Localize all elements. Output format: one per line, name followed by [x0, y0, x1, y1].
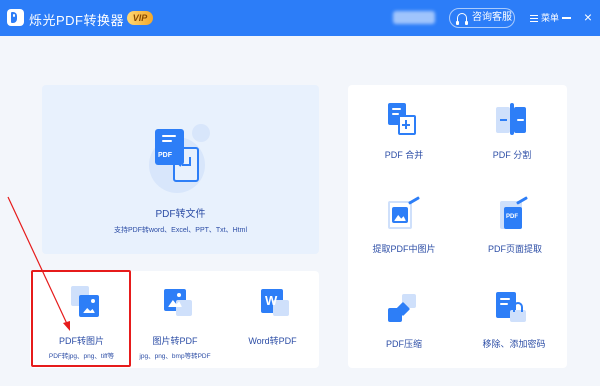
- image-to-pdf-icon: [162, 286, 192, 318]
- pdf-to-file-card[interactable]: PDF PDF转文件 支持PDF转word、Excel、PPT、Txt、Html: [42, 85, 319, 254]
- password-tool[interactable]: 移除、添加密码: [472, 290, 556, 350]
- extract-images-tool[interactable]: 提取PDF中图片: [360, 196, 448, 257]
- pdf-to-file-title: PDF转文件: [155, 209, 206, 220]
- menu-label: 菜单: [541, 13, 560, 23]
- pdf-tools-card: PDF 合并 PDF 分割 提取PDF中图片 PDF PDF页面提取 PDF压缩…: [348, 85, 567, 368]
- user-account-blurred[interactable]: [393, 11, 435, 24]
- lock-document-icon: [496, 292, 530, 324]
- close-button[interactable]: ×: [582, 9, 594, 25]
- pdf-icon-text: PDF: [158, 152, 172, 159]
- page-extract-icon: PDF: [498, 196, 528, 231]
- pdf-to-file-subtitle: 支持PDF转word、Excel、PPT、Txt、Html: [113, 227, 247, 234]
- hamburger-icon: [530, 15, 538, 22]
- image-to-pdf-sub: jpg、png、bmp等转PDF: [139, 353, 211, 360]
- app-logo-icon: [7, 9, 24, 26]
- merge-icon: [388, 103, 418, 135]
- customer-service-button[interactable]: 咨询客服: [449, 8, 515, 28]
- vip-badge[interactable]: VIP: [127, 11, 153, 25]
- image-to-pdf-tool[interactable]: 图片转PDF jpg、png、bmp等转PDF: [135, 286, 215, 361]
- customer-service-label: 咨询客服: [472, 12, 512, 23]
- minimize-button[interactable]: [562, 17, 571, 19]
- pdf-document-icon: PDF: [155, 129, 184, 165]
- pdf-split-tool[interactable]: PDF 分割: [476, 103, 548, 163]
- pdf-compress-label: PDF压缩: [385, 339, 422, 349]
- image-to-pdf-label: 图片转PDF: [152, 336, 198, 346]
- app-title: 烁光PDF转换器: [29, 13, 125, 28]
- menu-button[interactable]: 菜单: [530, 11, 559, 24]
- word-to-pdf-tool[interactable]: W Word转PDF: [235, 286, 310, 361]
- headset-icon: [456, 13, 468, 25]
- pdf-merge-label: PDF 合并: [384, 150, 424, 160]
- word-document-icon: W: [259, 286, 289, 318]
- password-label: 移除、添加密码: [482, 339, 546, 349]
- pdf-split-label: PDF 分割: [492, 150, 532, 160]
- word-to-pdf-label: Word转PDF: [248, 336, 297, 346]
- title-bar: 烁光PDF转换器 VIP 咨询客服 菜单 ×: [0, 0, 600, 36]
- pdf-compress-tool[interactable]: PDF压缩: [368, 290, 440, 350]
- pdf-page-extract-tool[interactable]: PDF PDF页面提取: [476, 196, 554, 257]
- compress-icon: [388, 294, 418, 324]
- extract-images-label: 提取PDF中图片: [372, 244, 436, 254]
- split-icon: [496, 103, 526, 135]
- pdf-page-extract-label: PDF页面提取: [487, 244, 542, 254]
- decorative-circle-small: [192, 124, 210, 142]
- annotation-highlight-box: [31, 270, 131, 367]
- extract-image-icon: [388, 196, 420, 231]
- pdf-merge-tool[interactable]: PDF 合并: [368, 103, 440, 163]
